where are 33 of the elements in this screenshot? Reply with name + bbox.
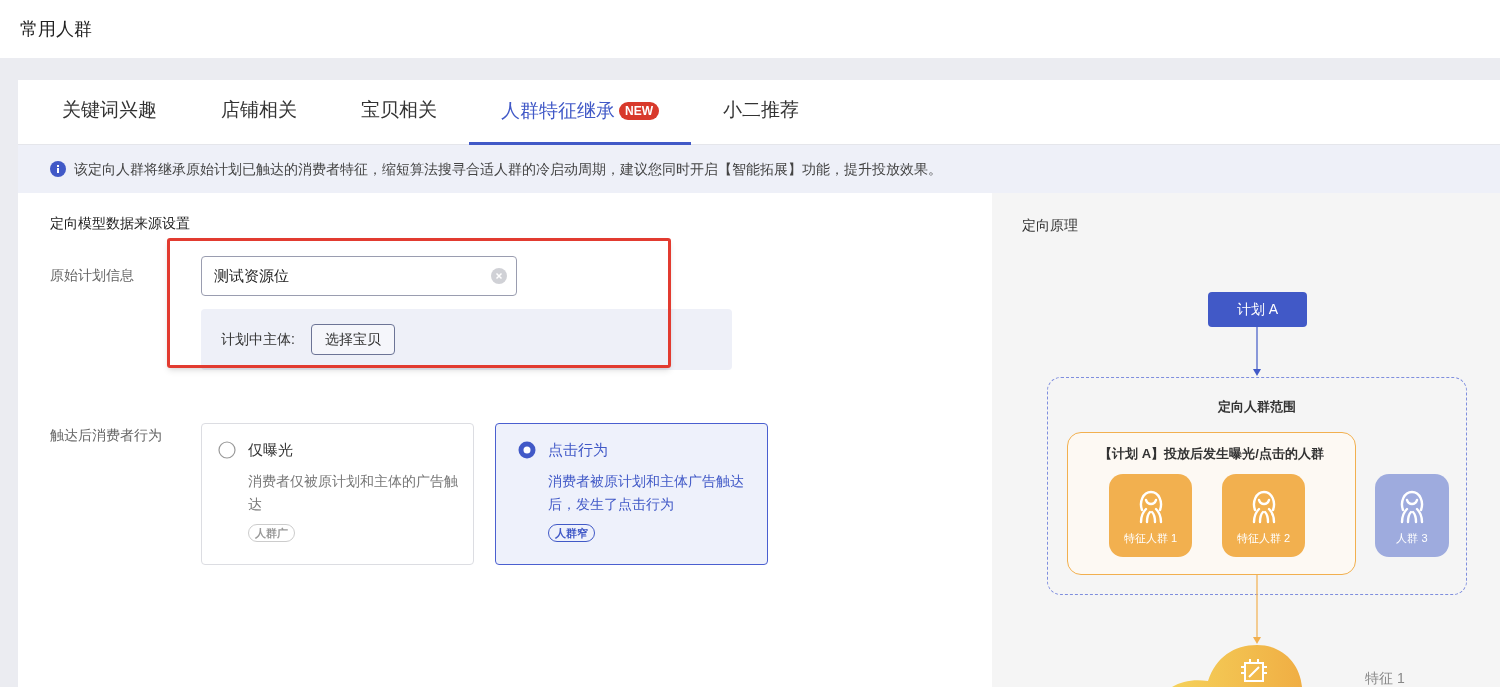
field-label: 触达后消费者行为 bbox=[50, 426, 162, 445]
select-item-button[interactable]: 选择宝贝 bbox=[310, 324, 395, 355]
crowd-label: 特征人群 1 bbox=[1123, 531, 1178, 547]
option-title: 点击行为 bbox=[548, 440, 609, 460]
clear-icon[interactable] bbox=[491, 268, 507, 284]
field-label: 计划中主体: bbox=[221, 330, 295, 349]
arrow bbox=[1252, 575, 1262, 645]
field-label: 原始计划信息 bbox=[50, 266, 134, 285]
feature-label: 特征 1 bbox=[1365, 669, 1405, 687]
crowd-label: 特征人群 2 bbox=[1236, 531, 1291, 547]
group-label: 【计划 A】投放后发生曝光/点击的人群 bbox=[1098, 445, 1325, 463]
scope-label: 定向人群范围 bbox=[1217, 398, 1297, 416]
crowd-label: 人群 3 bbox=[1396, 531, 1428, 547]
new-badge: NEW bbox=[619, 102, 659, 120]
option-description: 消费者被原计划和主体广告触达后，发生了点击行为 bbox=[548, 472, 745, 514]
plan-field[interactable]: 测试资源位 bbox=[201, 256, 517, 296]
option-card[interactable]: 点击行为 消费者被原计划和主体广告触达后，发生了点击行为 人群窄 bbox=[495, 423, 768, 565]
diagram-title: 定向原理 bbox=[1022, 216, 1078, 235]
option-description: 消费者仅被原计划和主体的广告触达 bbox=[248, 472, 459, 514]
arrow bbox=[1252, 327, 1262, 377]
page-title: 常用人群 bbox=[20, 17, 92, 41]
option-title: 仅曝光 bbox=[248, 440, 294, 460]
radio-icon[interactable] bbox=[218, 441, 236, 459]
tab[interactable]: 店铺相关 bbox=[189, 80, 329, 144]
tab[interactable]: 关键词兴趣 bbox=[30, 80, 189, 144]
tab[interactable]: 宝贝相关 bbox=[329, 80, 469, 144]
info-icon bbox=[50, 161, 66, 177]
radio-icon[interactable] bbox=[518, 441, 536, 459]
tab[interactable]: 小二推荐 bbox=[691, 80, 831, 144]
notice-text: 该定向人群将继承原始计划已触达的消费者特征，缩短算法搜寻合适人群的冷启动周期，建议您同时开启【智能拓展】功能，提升投放效果。 bbox=[74, 159, 942, 179]
option-card[interactable]: 仅曝光 消费者仅被原计划和主体的广告触达 人群广 bbox=[201, 423, 474, 565]
plan-node: 计划 A bbox=[1208, 292, 1307, 327]
section-title: 定向模型数据来源设置 bbox=[50, 214, 190, 233]
